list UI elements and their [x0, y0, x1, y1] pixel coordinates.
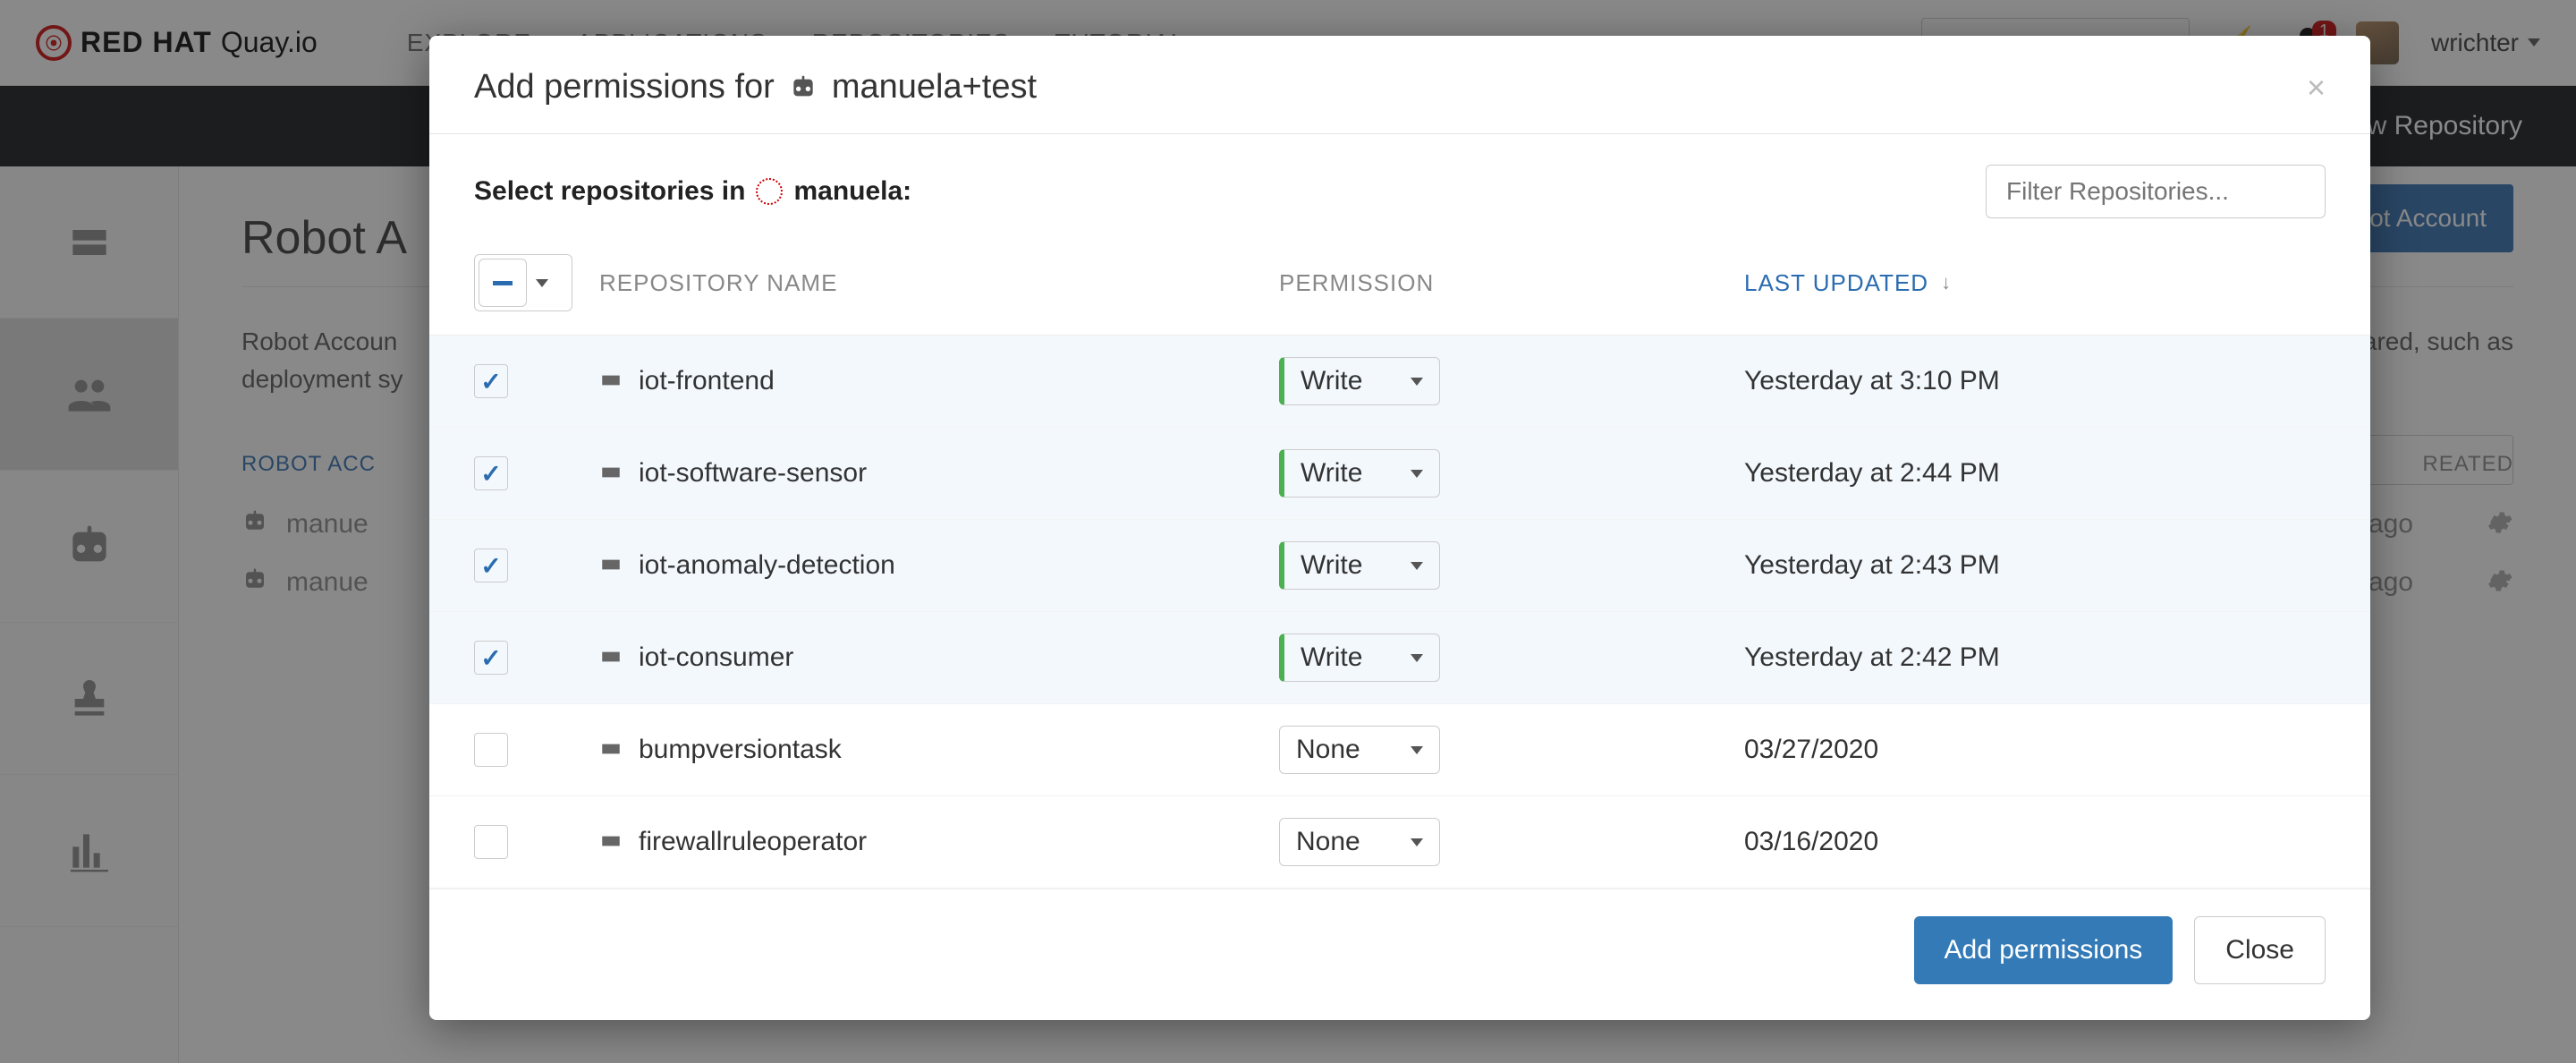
close-button[interactable]: Close	[2194, 916, 2326, 984]
hdd-icon	[599, 736, 623, 763]
permission-value: Write	[1301, 550, 1362, 581]
modal-title: Add permissions for manuela+test	[474, 68, 1037, 106]
chevron-down-icon	[1411, 470, 1423, 478]
chevron-down-icon	[1411, 838, 1423, 846]
robot-icon	[789, 72, 818, 106]
repo-name: iot-software-sensor	[639, 458, 867, 488]
last-updated: Yesterday at 3:10 PM	[1744, 366, 2000, 396]
add-permissions-button[interactable]: Add permissions	[1914, 916, 2174, 984]
permission-dropdown[interactable]: Write	[1279, 357, 1440, 405]
hdd-icon	[599, 552, 623, 579]
indeterminate-icon	[493, 281, 513, 285]
chevron-down-icon	[1411, 654, 1423, 662]
hdd-icon	[599, 644, 623, 671]
last-updated: 03/16/2020	[1744, 827, 1878, 857]
hdd-icon	[599, 368, 623, 395]
modal-title-account: manuela+test	[832, 68, 1037, 106]
repository-row: iot-anomaly-detection Write Yesterday at 2…	[429, 520, 2370, 612]
permission-dropdown[interactable]: Write	[1279, 634, 1440, 682]
select-all-checkbox[interactable]	[474, 254, 572, 311]
row-checkbox[interactable]	[474, 641, 508, 675]
repo-name: iot-consumer	[639, 642, 793, 672]
row-checkbox[interactable]	[474, 364, 508, 398]
repository-row: firewallruleoperator None 03/16/2020	[429, 796, 2370, 889]
repository-row: iot-consumer Write Yesterday at 2:42 PM	[429, 612, 2370, 704]
permission-value: Write	[1301, 366, 1362, 396]
org-icon	[756, 178, 783, 205]
sort-descending-icon: ↓	[1941, 271, 1952, 294]
select-repos-label: Select repositories in	[474, 176, 745, 207]
repository-row: iot-software-sensor Write Yesterday at 2:4…	[429, 428, 2370, 520]
modal-footer: Add permissions Close	[429, 889, 2370, 1020]
row-checkbox[interactable]	[474, 825, 508, 859]
modal-close-button[interactable]: ×	[2307, 69, 2326, 106]
modal-subheader: Select repositories in manuela:	[429, 134, 2370, 227]
chevron-down-icon	[1411, 378, 1423, 386]
col-header-name[interactable]: REPOSITORY NAME	[599, 269, 1279, 297]
filter-repositories-input[interactable]	[1986, 165, 2326, 218]
repo-name: bumpversiontask	[639, 735, 842, 764]
chevron-down-icon	[1411, 746, 1423, 754]
permission-dropdown[interactable]: Write	[1279, 541, 1440, 590]
last-updated: Yesterday at 2:43 PM	[1744, 550, 2000, 581]
col-header-perm[interactable]: PERMISSION	[1279, 269, 1744, 297]
repo-table-header: REPOSITORY NAME PERMISSION LAST UPDATED …	[429, 227, 2370, 336]
col-header-updated[interactable]: LAST UPDATED ↓	[1744, 269, 2326, 297]
repo-name: iot-anomaly-detection	[639, 550, 895, 580]
modal-title-prefix: Add permissions for	[474, 68, 775, 106]
row-checkbox[interactable]	[474, 733, 508, 767]
hdd-icon	[599, 460, 623, 487]
repo-name: iot-frontend	[639, 366, 775, 395]
org-name: manuela:	[793, 176, 911, 207]
row-checkbox[interactable]	[474, 549, 508, 583]
permission-dropdown[interactable]: None	[1279, 818, 1440, 866]
repository-row: iot-frontend Write Yesterday at 3:10 PM	[429, 336, 2370, 428]
permission-dropdown[interactable]: Write	[1279, 449, 1440, 497]
permission-value: None	[1296, 827, 1360, 857]
permission-value: Write	[1301, 458, 1362, 489]
repo-name: firewallruleoperator	[639, 827, 867, 856]
last-updated: 03/27/2020	[1744, 735, 1878, 765]
row-checkbox[interactable]	[474, 456, 508, 490]
last-updated: Yesterday at 2:44 PM	[1744, 458, 2000, 489]
add-permissions-modal: Add permissions for manuela+test × Selec…	[429, 36, 2370, 1020]
repository-row: bumpversiontask None 03/27/2020	[429, 704, 2370, 796]
hdd-icon	[599, 829, 623, 855]
chevron-down-icon	[536, 279, 548, 287]
permission-dropdown[interactable]: None	[1279, 726, 1440, 774]
chevron-down-icon	[1411, 562, 1423, 570]
permission-value: Write	[1301, 642, 1362, 673]
modal-header: Add permissions for manuela+test ×	[429, 36, 2370, 134]
permission-value: None	[1296, 735, 1360, 765]
last-updated: Yesterday at 2:42 PM	[1744, 642, 2000, 673]
